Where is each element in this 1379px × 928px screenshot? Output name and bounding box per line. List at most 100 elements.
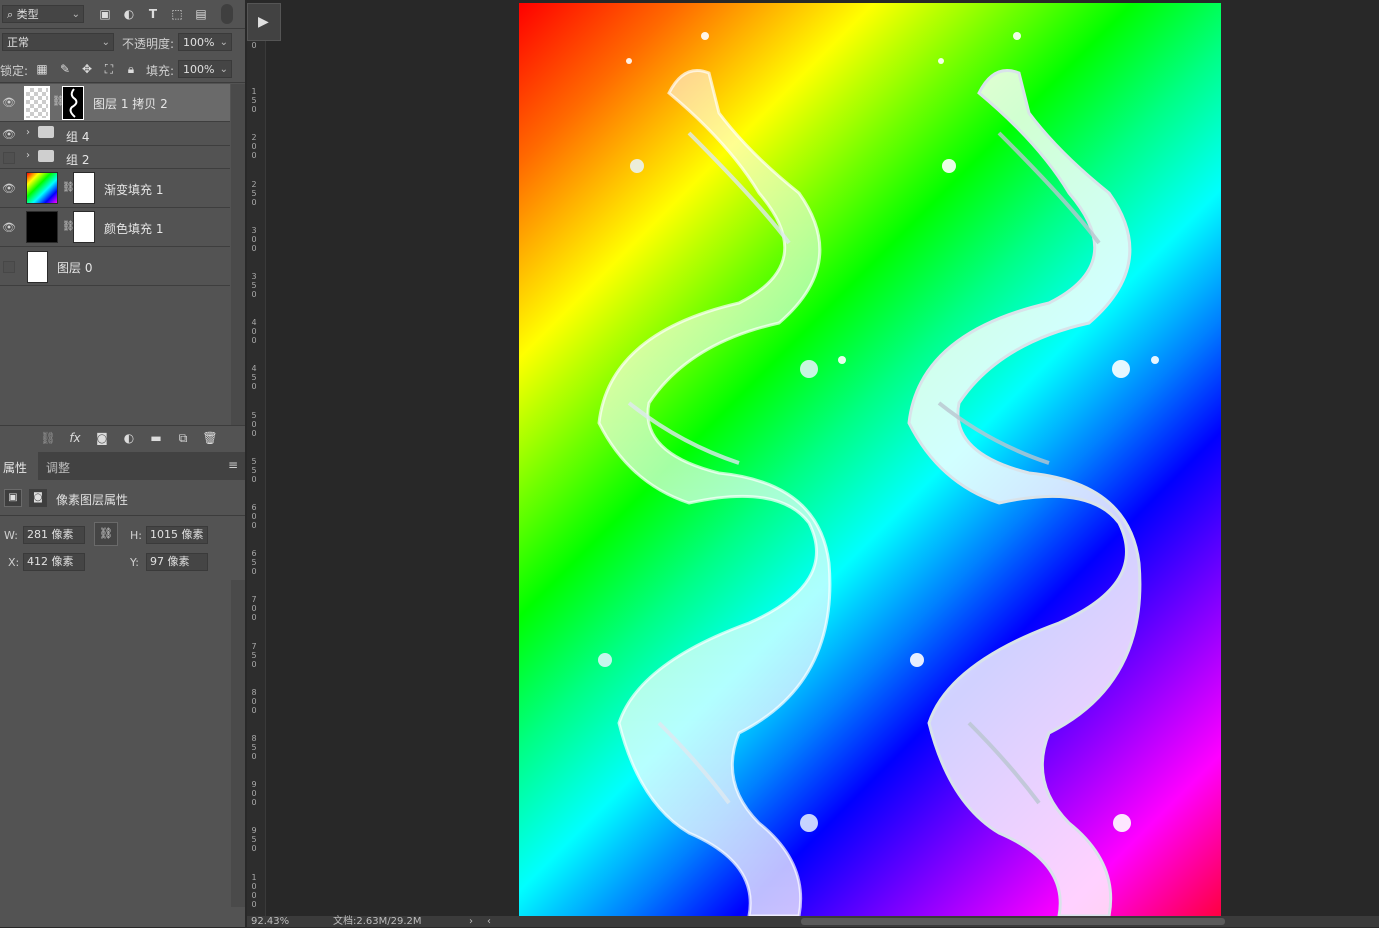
- lock-all-icon[interactable]: 🔒︎: [123, 61, 139, 77]
- left-panel: ⌕ 类型 ⌄ ▣ ◐ T ⬚ ▤ 正常 ⌄ 不透明度: 100% ⌄ 锁定: ▦…: [0, 0, 245, 927]
- chevron-right-icon[interactable]: ›: [469, 916, 473, 927]
- chevron-down-icon: ⌄: [101, 37, 110, 48]
- properties-title: 像素图层属性: [56, 493, 129, 507]
- blend-mode-dropdown[interactable]: 正常 ⌄: [2, 33, 114, 51]
- add-mask-icon[interactable]: ◙: [94, 430, 110, 446]
- ruler-tick-label: 800: [251, 687, 257, 715]
- height-value: 1015 像素: [150, 528, 204, 541]
- layer-group-row[interactable]: 👁︎ › 组 4: [0, 123, 230, 146]
- layer-row[interactable]: 👁︎ ⛓ 图层 1 拷贝 2: [0, 84, 230, 122]
- lock-position-icon[interactable]: ✥: [79, 61, 95, 77]
- width-field[interactable]: 281 像素: [23, 526, 85, 544]
- ruler-tick-label: 700: [251, 595, 257, 623]
- visibility-toggle[interactable]: [3, 261, 15, 273]
- lock-artboard-icon[interactable]: ⛶: [101, 61, 117, 77]
- right-splash: [907, 32, 1159, 916]
- y-field[interactable]: 97 像素: [146, 553, 208, 571]
- layer-group-row[interactable]: › 组 2: [0, 147, 230, 169]
- layer-name: 图层 1 拷贝 2: [93, 97, 168, 111]
- ruler-tick-label: 850: [251, 734, 257, 761]
- tab-label: 属性: [3, 461, 28, 475]
- height-label: H:: [130, 529, 142, 542]
- link-dimensions-icon[interactable]: ⛓: [94, 522, 118, 546]
- layer-name: 组 4: [66, 130, 90, 144]
- opacity-value: 100%: [183, 36, 215, 49]
- eye-icon[interactable]: 👁︎: [2, 221, 16, 235]
- eye-icon[interactable]: 👁︎: [2, 182, 16, 196]
- gradient-thumbnail: [26, 172, 58, 204]
- fill-label: 填充:: [146, 64, 175, 78]
- new-adjustment-icon[interactable]: ◐: [121, 430, 137, 446]
- ruler-tick-label: 150: [251, 87, 257, 115]
- ruler-tick-label: 600: [251, 503, 257, 530]
- layer-name: 颜色填充 1: [104, 222, 164, 236]
- ruler-tick-label: 550: [251, 456, 257, 484]
- folder-icon: [38, 150, 54, 162]
- new-group-icon[interactable]: ▬: [148, 430, 164, 446]
- link-layers-icon[interactable]: ⛓: [40, 430, 56, 446]
- chevron-down-icon: ⌄: [71, 9, 80, 20]
- fill-field[interactable]: 100% ⌄: [178, 60, 232, 78]
- vertical-ruler: 0 150 200 250 300 350 400 450 500 550 600 650 700 750…: [247, 41, 266, 928]
- eye-icon[interactable]: 👁︎: [2, 128, 16, 142]
- color-fill-thumbnail: [26, 211, 58, 243]
- ruler-tick-label: 400: [251, 318, 257, 346]
- play-button[interactable]: ▶: [247, 3, 281, 41]
- chevron-left-icon[interactable]: ‹: [487, 916, 491, 927]
- layer-mask-thumbnail[interactable]: [73, 211, 95, 243]
- layer-mask-thumbnail[interactable]: [73, 172, 95, 204]
- chevron-right-icon[interactable]: ›: [26, 150, 30, 161]
- filter-toggle-icon[interactable]: [221, 4, 233, 24]
- layer-row[interactable]: 图层 0: [0, 248, 230, 286]
- layer-row[interactable]: 👁︎ ⛓ 渐变填充 1: [0, 170, 230, 208]
- layers-bottom-toolbar: ⛓ fx ◙ ◐ ▬ ⧉ 🗑︎: [0, 426, 245, 450]
- properties-scrollbar[interactable]: [231, 580, 245, 907]
- layers-scrollbar[interactable]: [231, 84, 245, 426]
- ruler-tick-label: 650: [251, 549, 257, 577]
- ruler-tick-label: 300: [251, 225, 257, 253]
- left-splash: [597, 32, 846, 916]
- shape-filter-icon[interactable]: ⬚: [169, 6, 185, 22]
- lock-transparent-icon[interactable]: ▦: [34, 61, 50, 77]
- new-layer-icon[interactable]: ⧉: [175, 430, 191, 446]
- height-field[interactable]: 1015 像素: [146, 526, 208, 544]
- visibility-toggle[interactable]: [3, 152, 15, 164]
- opacity-label: 不透明度:: [122, 37, 175, 51]
- ruler-tick-label: 500: [251, 410, 257, 438]
- delete-layer-icon[interactable]: 🗑︎: [202, 430, 218, 446]
- width-value: 281 像素: [27, 528, 74, 541]
- layer-mask-thumbnail[interactable]: [62, 86, 84, 120]
- chevron-right-icon[interactable]: ›: [26, 127, 30, 138]
- smart-object-filter-icon[interactable]: ▤: [193, 6, 209, 22]
- play-icon: ▶: [258, 14, 269, 30]
- layer-name: 渐变填充 1: [104, 183, 164, 197]
- ruler-tick-label: 750: [251, 641, 257, 669]
- layer-filter-dropdown[interactable]: ⌕ 类型 ⌄: [2, 5, 84, 23]
- fx-icon[interactable]: fx: [67, 430, 83, 446]
- ruler-tick-label: 250: [251, 179, 257, 207]
- opacity-field[interactable]: 100% ⌄: [178, 33, 232, 51]
- ruler-tick-label: 900: [251, 780, 257, 808]
- zoom-level[interactable]: 92.43%: [251, 916, 289, 927]
- eye-icon[interactable]: 👁︎: [2, 96, 16, 110]
- y-value: 97 像素: [150, 555, 190, 568]
- tab-properties[interactable]: 属性: [0, 452, 38, 480]
- type-filter-icon[interactable]: T: [145, 6, 161, 22]
- layer-name: 组 2: [66, 153, 90, 167]
- x-field[interactable]: 412 像素: [23, 553, 85, 571]
- tab-label: 调整: [46, 461, 71, 475]
- tab-adjustments[interactable]: 调整: [40, 452, 82, 480]
- adjustment-filter-icon[interactable]: ◐: [121, 6, 137, 22]
- document-canvas[interactable]: [519, 3, 1221, 916]
- image-filter-icon[interactable]: ▣: [97, 6, 113, 22]
- horizontal-scrollbar-thumb[interactable]: [801, 918, 1225, 925]
- layer-row[interactable]: 👁︎ ⛓ 颜色填充 1: [0, 209, 230, 247]
- search-icon: ⌕: [7, 8, 14, 21]
- panel-menu-icon[interactable]: ≡: [228, 458, 238, 472]
- ruler-tick-label: 1000: [251, 872, 257, 909]
- pixel-layer-icon: ▣: [4, 489, 22, 507]
- document-size: 文档:2.63M/29.2M: [333, 916, 422, 927]
- mask-icon[interactable]: ◙: [29, 489, 47, 507]
- lock-pixels-icon[interactable]: ✎: [57, 61, 73, 77]
- layer-thumbnail: [27, 251, 48, 283]
